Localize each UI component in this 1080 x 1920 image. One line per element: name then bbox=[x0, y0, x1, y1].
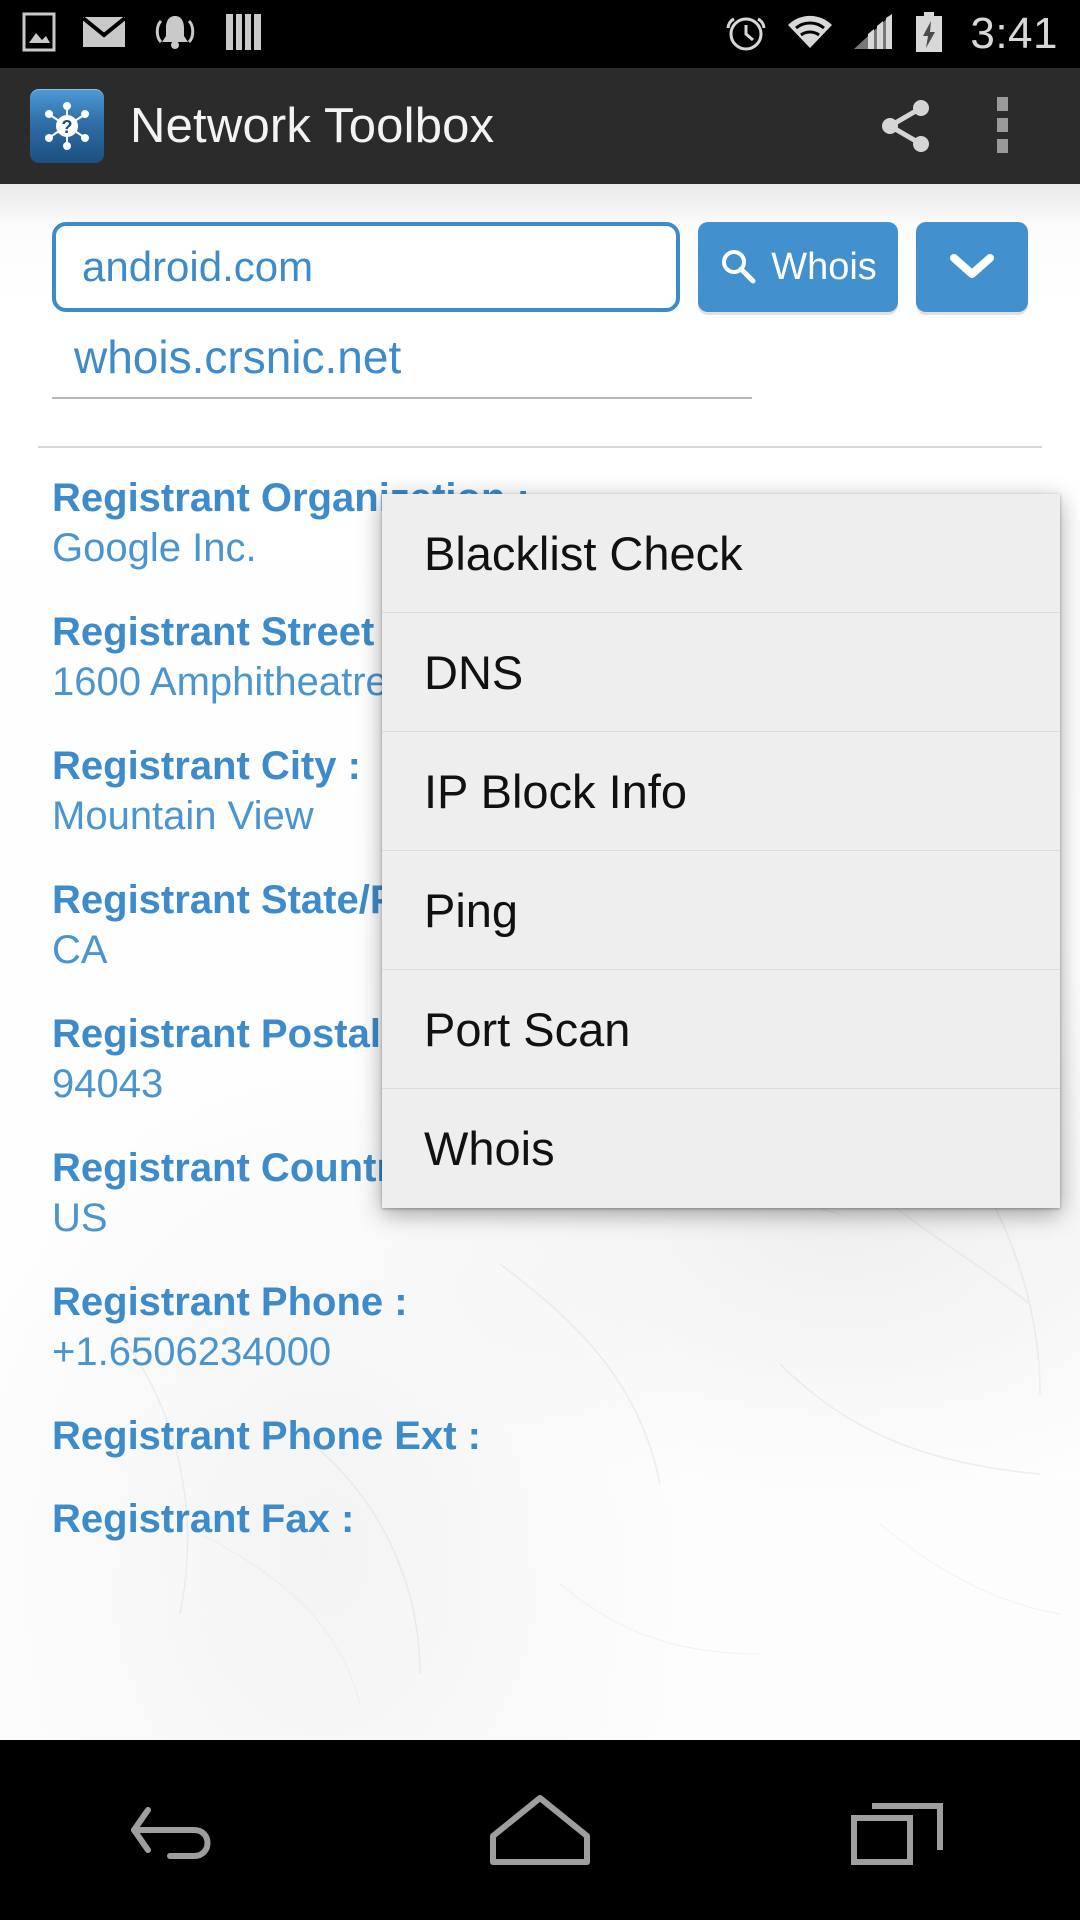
app-title: Network Toolbox bbox=[130, 98, 494, 154]
result-label: Registrant Phone Ext : bbox=[52, 1414, 1012, 1459]
section-divider bbox=[38, 446, 1042, 448]
result-label: Registrant Phone : bbox=[52, 1280, 1012, 1325]
overflow-menu-icon[interactable] bbox=[954, 76, 1050, 176]
back-icon[interactable] bbox=[80, 1740, 280, 1920]
whois-action-button[interactable]: Whois bbox=[698, 222, 898, 312]
host-input-container[interactable] bbox=[52, 222, 680, 312]
status-bar: 3:41 bbox=[0, 0, 1080, 68]
alarm-clock-icon bbox=[724, 10, 768, 59]
app-screen: 3:41 ? Network Toolbox bbox=[0, 0, 1080, 1920]
menu-item-whois[interactable]: Whois bbox=[382, 1089, 1060, 1208]
chevron-down-icon bbox=[948, 251, 996, 284]
recent-apps-icon[interactable] bbox=[800, 1740, 1000, 1920]
battery-charging-icon bbox=[914, 11, 944, 58]
menu-item-ping[interactable]: Ping bbox=[382, 851, 1060, 970]
network-toolbox-logo-icon: ? bbox=[30, 89, 104, 163]
content-area: Whois whois.crsnic.net Registrant Organi… bbox=[0, 184, 1080, 1740]
tool-dropdown-menu: Blacklist Check DNS IP Block Info Ping P… bbox=[382, 494, 1060, 1208]
svg-text:?: ? bbox=[62, 117, 73, 137]
system-navigation-bar bbox=[0, 1740, 1080, 1920]
share-icon[interactable] bbox=[858, 76, 954, 176]
signal-icon bbox=[852, 12, 896, 57]
whois-server-field[interactable]: whois.crsnic.net bbox=[52, 332, 752, 399]
alarm-bell-icon bbox=[152, 11, 198, 58]
action-bar-actions bbox=[858, 76, 1050, 176]
menu-item-dns[interactable]: DNS bbox=[382, 613, 1060, 732]
image-icon bbox=[22, 12, 56, 57]
barcode-icon bbox=[224, 12, 264, 57]
result-row: Registrant Fax : bbox=[52, 1497, 1012, 1542]
tool-dropdown-button[interactable] bbox=[916, 222, 1028, 312]
action-bar: ? Network Toolbox bbox=[0, 68, 1080, 184]
menu-item-port-scan[interactable]: Port Scan bbox=[382, 970, 1060, 1089]
status-bar-notification-icons bbox=[22, 11, 264, 58]
search-row: Whois bbox=[52, 222, 1028, 312]
status-bar-system-icons: 3:41 bbox=[724, 10, 1058, 59]
menu-item-ip-block-info[interactable]: IP Block Info bbox=[382, 732, 1060, 851]
result-value: +1.6506234000 bbox=[52, 1329, 1012, 1376]
result-label: Registrant Fax : bbox=[52, 1497, 1012, 1542]
menu-item-blacklist-check[interactable]: Blacklist Check bbox=[382, 494, 1060, 613]
host-input[interactable] bbox=[82, 243, 650, 291]
result-row: Registrant Phone : +1.6506234000 bbox=[52, 1280, 1012, 1376]
home-icon[interactable] bbox=[440, 1740, 640, 1920]
wifi-icon bbox=[786, 12, 834, 57]
whois-server-underline bbox=[52, 397, 752, 399]
status-bar-clock: 3:41 bbox=[970, 12, 1058, 56]
mail-icon bbox=[82, 15, 126, 54]
magnifier-icon bbox=[719, 247, 757, 288]
result-row: Registrant Phone Ext : bbox=[52, 1414, 1012, 1459]
whois-action-label: Whois bbox=[771, 246, 877, 289]
whois-server-value[interactable]: whois.crsnic.net bbox=[52, 332, 752, 383]
